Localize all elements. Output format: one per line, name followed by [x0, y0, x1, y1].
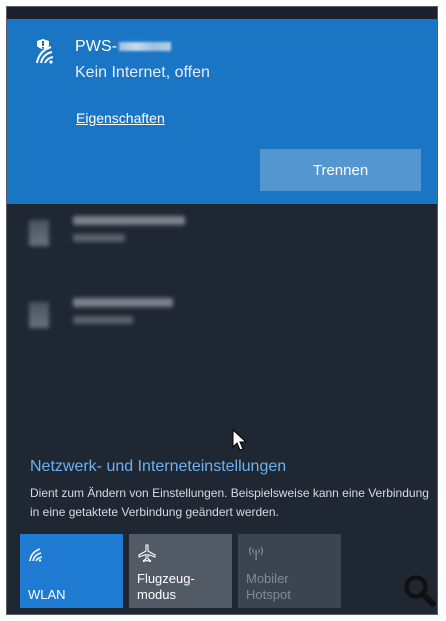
quick-action-label: Flugzeug- modus [137, 571, 195, 602]
signal-icon [29, 302, 49, 328]
network-settings-link[interactable]: Netzwerk- und Interneteinstellungen [30, 458, 286, 476]
network-name-prefix: PWS- [75, 38, 118, 55]
connected-network-panel[interactable]: PWS- Kein Internet, offen Eigenschaften … [7, 19, 437, 204]
network-list-item[interactable] [29, 212, 289, 260]
network-name-redacted [73, 216, 185, 225]
signal-icon [29, 220, 49, 246]
quick-action-label: WLAN [28, 587, 66, 602]
network-name-redacted [73, 298, 173, 307]
network-name-redacted [119, 42, 172, 52]
airplane-icon [138, 544, 156, 562]
network-list-item[interactable] [29, 294, 289, 342]
properties-link[interactable]: Eigenschaften [76, 110, 165, 126]
quick-action-airplane-mode[interactable]: Flugzeug- modus [129, 534, 232, 608]
network-status-redacted [73, 316, 133, 324]
quick-action-label: Mobiler Hotspot [246, 571, 291, 602]
network-status: Kein Internet, offen [75, 64, 210, 81]
hotspot-icon [248, 546, 264, 560]
disconnect-button[interactable]: Trennen [260, 149, 421, 191]
magnifier-icon[interactable] [402, 573, 438, 609]
mouse-cursor-icon [232, 429, 248, 451]
network-flyout: PWS- Kein Internet, offen Eigenschaften … [6, 6, 438, 615]
network-name: PWS- [75, 38, 172, 56]
wifi-icon [29, 548, 43, 562]
wifi-open-icon [36, 39, 54, 64]
quick-action-mobile-hotspot: Mobiler Hotspot [238, 534, 341, 608]
quick-action-wlan[interactable]: WLAN [20, 534, 123, 608]
flyout-top-strip [7, 7, 437, 19]
network-status-redacted [73, 234, 125, 242]
network-settings-description: Dient zum Ändern von Einstellungen. Beis… [30, 486, 429, 519]
